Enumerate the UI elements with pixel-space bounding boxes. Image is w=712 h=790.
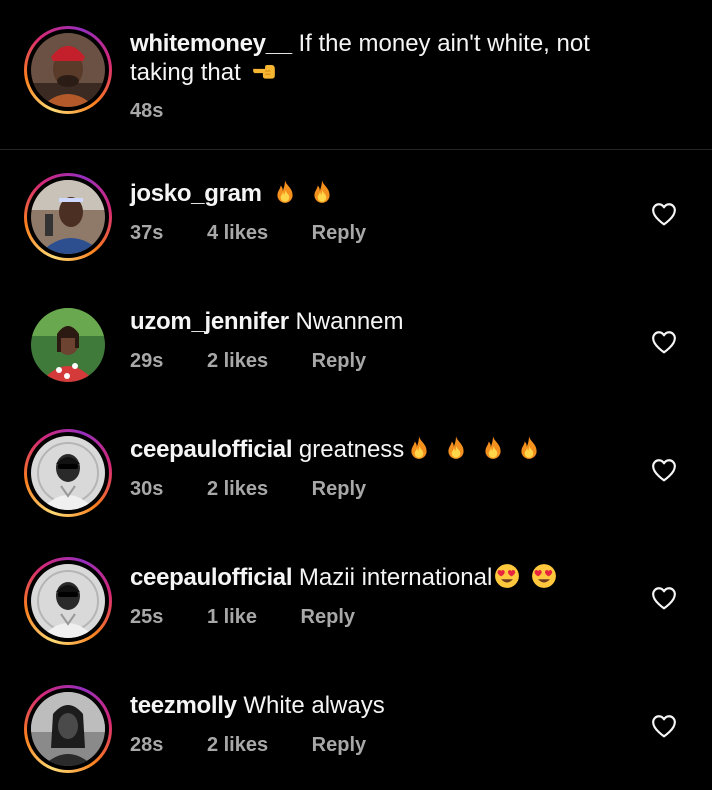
comment-meta: 28s 2 likes Reply xyxy=(130,734,404,757)
comment-likes[interactable]: 1 like xyxy=(207,606,257,628)
fire-emoji xyxy=(480,435,506,461)
comment-meta: 29s 2 likes Reply xyxy=(130,350,404,373)
fire-emoji xyxy=(406,435,432,461)
comment-text: ceepaulofficial greatness xyxy=(130,435,542,464)
heart-eyes-emoji xyxy=(494,563,520,589)
comment-username[interactable]: josko_gram xyxy=(130,180,262,207)
avatar-image xyxy=(31,308,105,382)
avatar-image xyxy=(31,436,105,510)
heart-outline-icon[interactable] xyxy=(651,202,677,226)
fire-emoji xyxy=(272,179,298,205)
reply-button[interactable]: Reply xyxy=(312,350,366,372)
comment-timestamp: 37s xyxy=(130,222,164,244)
avatar-image xyxy=(31,564,105,638)
comment-item: ceepaulofficial greatness 30s 2 likes Re… xyxy=(0,406,712,534)
reply-button[interactable]: Reply xyxy=(301,606,355,628)
comment-item: ceepaulofficial Mazii international 25s … xyxy=(0,534,712,662)
comment-likes[interactable]: 2 likes xyxy=(207,734,268,756)
fire-emoji xyxy=(443,435,469,461)
comment-timestamp: 29s xyxy=(130,350,164,372)
comment-item: uzom_jennifer Nwannem 29s 2 likes Reply xyxy=(0,278,712,406)
comment-meta: 30s 2 likes Reply xyxy=(130,478,404,501)
reply-button[interactable]: Reply xyxy=(312,478,366,500)
fire-emoji xyxy=(516,435,542,461)
caption-avatar[interactable] xyxy=(24,26,112,114)
comment-username[interactable]: ceepaulofficial xyxy=(130,564,293,591)
comment-item: josko_gram 37s 4 likes Reply xyxy=(0,150,712,278)
caption-timestamp: 48s xyxy=(130,100,164,122)
comment-username[interactable]: uzom_jennifer xyxy=(130,308,289,335)
reply-button[interactable]: Reply xyxy=(312,222,366,244)
comment-timestamp: 25s xyxy=(130,606,164,628)
heart-outline-icon[interactable] xyxy=(651,330,677,354)
comment-username[interactable]: teezmolly xyxy=(130,692,237,719)
comment-likes[interactable]: 2 likes xyxy=(207,478,268,500)
avatar-image xyxy=(31,692,105,766)
comment-text: josko_gram xyxy=(130,179,335,208)
commenter-avatar[interactable] xyxy=(24,173,112,261)
reply-button[interactable]: Reply xyxy=(312,734,366,756)
comment-timestamp: 28s xyxy=(130,734,164,756)
heart-outline-icon[interactable] xyxy=(651,714,677,738)
fire-emoji xyxy=(309,179,335,205)
caption-text: whitemoney__ If the money ain't white, n… xyxy=(130,29,650,87)
comment-timestamp: 30s xyxy=(130,478,164,500)
post-caption: whitemoney__ If the money ain't white, n… xyxy=(0,0,712,149)
commenter-avatar[interactable] xyxy=(24,429,112,517)
comment-text: ceepaulofficial Mazii international xyxy=(130,563,557,592)
comment-likes[interactable]: 2 likes xyxy=(207,350,268,372)
commenter-avatar[interactable] xyxy=(24,557,112,645)
hand-pointing-left-emoji xyxy=(251,58,277,84)
caption-meta: 48s xyxy=(130,100,201,123)
comment-username[interactable]: ceepaulofficial xyxy=(130,436,293,463)
comment-item: teezmolly White always 28s 2 likes Reply xyxy=(0,662,712,790)
heart-eyes-emoji xyxy=(531,563,557,589)
comment-body: White always xyxy=(243,692,385,719)
comment-text: uzom_jennifer Nwannem xyxy=(130,307,404,336)
caption-username[interactable]: whitemoney__ xyxy=(130,30,292,57)
commenter-avatar[interactable] xyxy=(24,301,112,389)
comment-body: Mazii international xyxy=(298,564,493,591)
comment-likes[interactable]: 4 likes xyxy=(207,222,268,244)
comment-body: greatness xyxy=(298,436,405,463)
heart-outline-icon[interactable] xyxy=(651,586,677,610)
avatar-image xyxy=(31,33,105,107)
commenter-avatar[interactable] xyxy=(24,685,112,773)
comment-meta: 25s 1 like Reply xyxy=(130,606,393,629)
heart-outline-icon[interactable] xyxy=(651,458,677,482)
comment-meta: 37s 4 likes Reply xyxy=(130,222,404,245)
avatar-image xyxy=(31,180,105,254)
comment-body: Nwannem xyxy=(295,308,404,335)
comment-text: teezmolly White always xyxy=(130,691,385,720)
